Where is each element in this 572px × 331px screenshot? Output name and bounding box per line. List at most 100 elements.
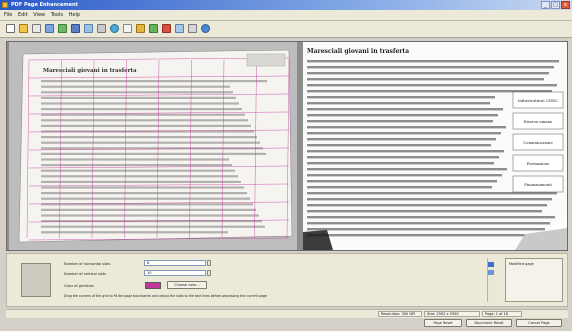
text-line (307, 114, 498, 117)
original-page-heading: Maresciali giovani in trasferta (43, 68, 137, 74)
text-line (41, 102, 239, 105)
text-line (307, 126, 506, 129)
color-icon[interactable] (136, 24, 145, 33)
save-icon[interactable] (71, 24, 80, 33)
original-page-canvas[interactable]: Maresciali giovani in trasferta (9, 42, 295, 250)
check-icon[interactable] (149, 24, 158, 33)
text-line (41, 186, 244, 189)
text-line (307, 204, 547, 207)
app-icon (2, 2, 8, 8)
crop-icon[interactable] (45, 24, 54, 33)
modified-page-title: Modified page (509, 262, 534, 266)
text-line (41, 158, 229, 161)
choose-color-button[interactable]: Choose color... (167, 281, 207, 289)
grid-icon[interactable] (84, 24, 93, 33)
scroll-up-icon[interactable] (488, 262, 494, 267)
text-line (41, 119, 248, 122)
text-line (41, 108, 242, 111)
text-line (307, 120, 493, 123)
diagram-box-label: Infrastrutture CNDC (518, 98, 558, 103)
text-line (41, 91, 233, 94)
print-icon[interactable] (97, 24, 106, 33)
document-reset-button[interactable]: Document Reset (466, 319, 512, 327)
corrected-page-canvas[interactable]: Maresciali giovani in trasferta Infrastr… (303, 42, 567, 250)
text-line (307, 234, 558, 237)
text-line (307, 84, 557, 87)
text-line (41, 225, 265, 228)
text-line (307, 96, 495, 99)
maximize-button[interactable]: □ (551, 1, 560, 9)
page-thumbnail[interactable] (21, 263, 51, 297)
text-line (41, 124, 251, 127)
image-icon[interactable] (58, 24, 67, 33)
text-line (41, 80, 267, 83)
text-line (307, 198, 552, 201)
diagram-box-label: Risorse umane (524, 119, 553, 124)
text-line (41, 136, 257, 139)
menu-help[interactable]: Help (69, 12, 80, 18)
original-page-pane[interactable]: Maresciali giovani in trasferta (9, 42, 297, 250)
horizontal-slots-spinner[interactable] (207, 260, 211, 266)
page-reset-button[interactable]: Page Reset (424, 319, 462, 327)
zoom-icon[interactable] (32, 24, 41, 33)
text-line (307, 192, 557, 195)
text-line (307, 132, 501, 135)
text-line (307, 222, 550, 225)
menu-view[interactable]: View (33, 12, 45, 18)
text-line (307, 102, 490, 105)
corrected-page-heading: Maresciali giovani in trasferta (307, 48, 409, 55)
text-line (307, 216, 555, 219)
text-line (307, 60, 559, 63)
text-line (41, 164, 232, 167)
cancel-page-button[interactable]: Cancel Page (516, 319, 562, 327)
grid-color-swatch[interactable] (145, 282, 161, 289)
menu-edit[interactable]: Edit (18, 12, 28, 18)
layout-icon[interactable] (175, 24, 184, 33)
corrected-page-pane[interactable]: Maresciali giovani in trasferta Infrastr… (303, 42, 567, 250)
horizontal-slots-input[interactable]: 8 (144, 260, 206, 266)
vertical-slots-input[interactable]: 10 (144, 270, 206, 276)
text-line (307, 180, 497, 183)
grid-color-label: Color of gridlines (64, 284, 94, 288)
menu-tools[interactable]: Tools (51, 12, 63, 18)
text-line (307, 156, 499, 159)
text-line (307, 138, 496, 141)
text-line (41, 152, 266, 155)
status-resolution: Resolution: 300 DPI (378, 311, 422, 317)
minimize-button[interactable]: _ (541, 1, 550, 9)
diagram-box-label: Finanziamenti (524, 182, 552, 187)
refresh-icon[interactable] (110, 24, 119, 33)
menu-file[interactable]: File (4, 12, 12, 18)
text-line (41, 96, 236, 99)
text-line (41, 141, 260, 144)
text-line (41, 169, 235, 172)
open-icon[interactable] (19, 24, 28, 33)
status-page: Page: 1 of 16 (482, 311, 522, 317)
text-line (41, 113, 245, 116)
help-icon[interactable] (201, 24, 210, 33)
new-icon[interactable] (6, 24, 15, 33)
close-button[interactable]: x (561, 1, 570, 9)
text-line (307, 150, 504, 153)
text-line (307, 174, 502, 177)
text-line (41, 180, 241, 183)
flag-icon[interactable] (162, 24, 171, 33)
text-line (307, 78, 544, 81)
panel-scrollbar[interactable] (487, 258, 494, 302)
vertical-slots-spinner[interactable] (207, 270, 211, 276)
text-line (307, 168, 507, 171)
menu-bar: File Edit View Tools Help (0, 10, 572, 21)
text-line (307, 162, 494, 165)
text-line (307, 210, 542, 213)
work-area: Maresciali giovani in trasferta Marescia… (6, 41, 568, 251)
status-size: Size: 2552 x 3300 (424, 311, 480, 317)
rotate-icon[interactable] (188, 24, 197, 33)
scroll-thumb[interactable] (488, 270, 494, 275)
text-line (307, 186, 492, 189)
settings-panel: Number of horizontal slots 8 Number of v… (6, 253, 568, 307)
vertical-slots-label: Number of vertical slots (64, 272, 106, 276)
page-icon[interactable] (123, 24, 132, 33)
window-title: PDF Page Enhancement (11, 2, 78, 8)
text-line (41, 214, 259, 217)
modified-page-box: Modified page (505, 258, 563, 302)
